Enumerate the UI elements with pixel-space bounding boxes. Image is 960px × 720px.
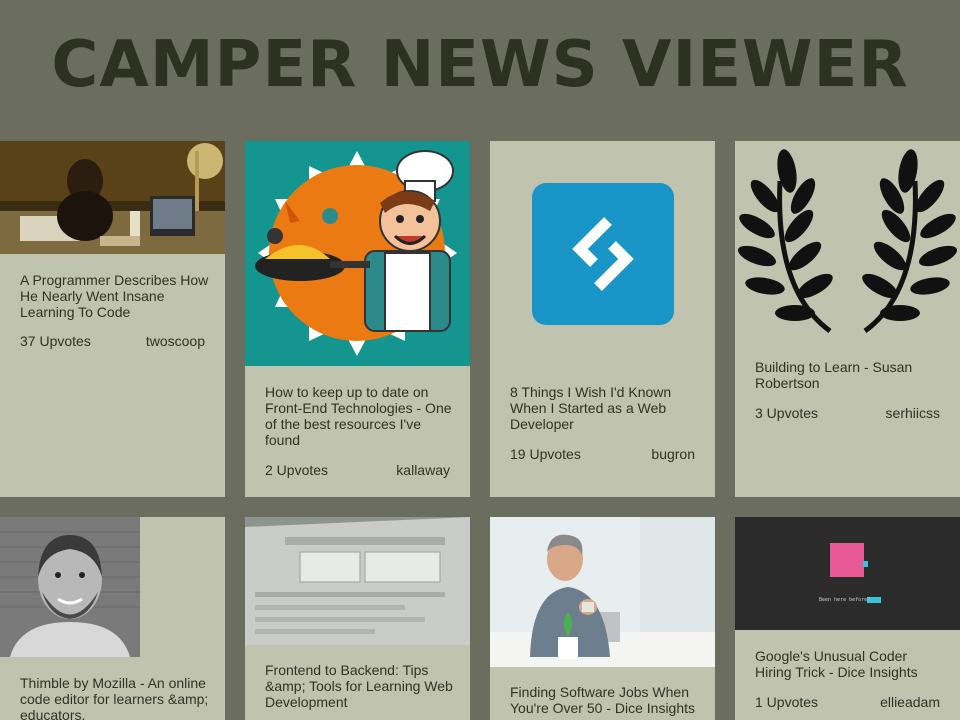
post-card[interactable]: Building to Learn - Susan Robertson 3 Up… [735, 141, 960, 497]
post-title[interactable]: Finding Software Jobs When You're Over 5… [510, 684, 700, 716]
post-author[interactable]: twoscoop [146, 333, 205, 349]
post-title[interactable]: Thimble by Mozilla - An online code edit… [20, 675, 210, 720]
post-image[interactable] [735, 141, 960, 341]
upvote-count: 19 Upvotes [510, 446, 581, 462]
upvote-count: 2 Upvotes [265, 462, 329, 478]
post-meta: 3 Upvotes serhiicss [755, 405, 940, 421]
post-title[interactable]: A Programmer Describes How He Nearly Wen… [20, 272, 210, 320]
post-image[interactable] [490, 141, 715, 366]
post-image[interactable] [0, 141, 225, 254]
terminal-prompt-text: Been here before? [819, 597, 871, 603]
post-card[interactable]: Been here before? Google's Unusual Coder… [735, 517, 960, 720]
upvote-count: 1 Upvotes [755, 694, 819, 710]
post-image[interactable] [0, 517, 140, 657]
post-author[interactable]: kallaway [396, 462, 450, 478]
upvote-count: 3 Upvotes [755, 405, 819, 421]
post-title[interactable]: Frontend to Backend: Tips &amp; Tools fo… [265, 662, 455, 710]
post-card[interactable]: Finding Software Jobs When You're Over 5… [490, 517, 715, 720]
post-author[interactable]: bugron [651, 446, 695, 462]
post-author[interactable]: serhiicss [886, 405, 940, 421]
post-title[interactable]: Building to Learn - Susan Robertson [755, 359, 945, 391]
post-title[interactable]: Google's Unusual Coder Hiring Trick - Di… [755, 648, 945, 680]
post-meta: 2 Upvotes kallaway [265, 462, 450, 478]
post-meta: 19 Upvotes bugron [510, 446, 695, 462]
post-card[interactable]: A Programmer Describes How He Nearly Wen… [0, 141, 225, 497]
post-meta: 1 Upvotes ellieadam [755, 694, 940, 710]
post-card[interactable]: Thimble by Mozilla - An online code edit… [0, 517, 225, 720]
post-image[interactable] [245, 141, 470, 366]
post-image[interactable]: Been here before? [735, 517, 960, 630]
post-card[interactable]: 8 Things I Wish I'd Known When I Started… [490, 141, 715, 497]
post-card[interactable]: Frontend to Backend: Tips &amp; Tools fo… [245, 517, 470, 720]
app-title: CAMPER NEWS VIEWER [51, 28, 909, 102]
upvote-count: 37 Upvotes [20, 333, 91, 349]
post-title[interactable]: How to keep up to date on Front-End Tech… [265, 384, 455, 448]
post-title[interactable]: 8 Things I Wish I'd Known When I Started… [510, 384, 700, 432]
post-image[interactable] [245, 517, 470, 645]
post-author[interactable]: ellieadam [880, 694, 940, 710]
post-meta: 37 Upvotes twoscoop [20, 333, 205, 349]
post-image[interactable] [490, 517, 715, 667]
post-card[interactable]: How to keep up to date on Front-End Tech… [245, 141, 470, 497]
app-header: CAMPER NEWS VIEWER [0, 0, 960, 141]
